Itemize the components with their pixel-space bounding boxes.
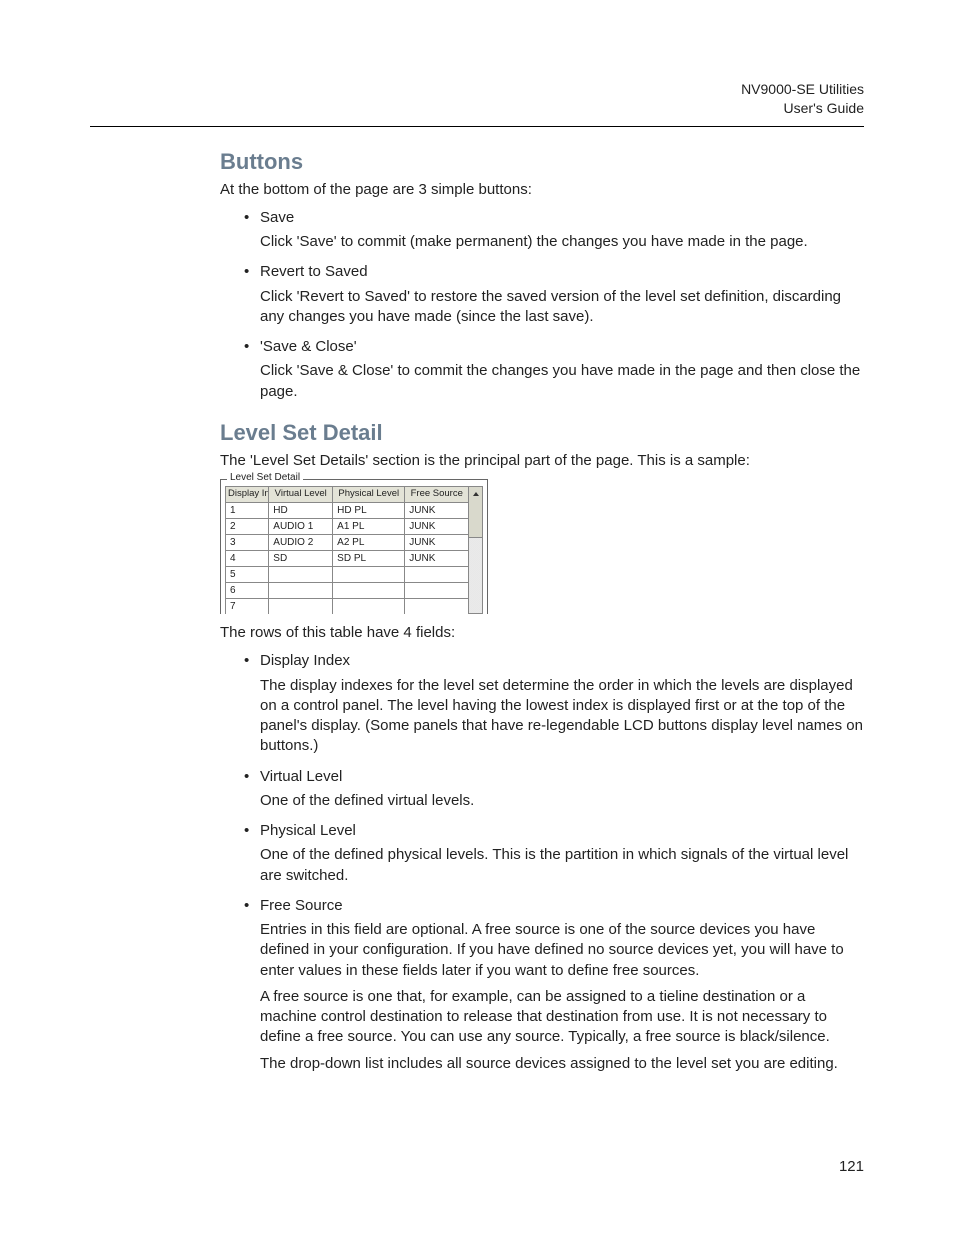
col-display-index: Display Index xyxy=(226,486,269,502)
item-title: Free Source xyxy=(260,896,864,916)
cell-physical-level[interactable]: A1 PL xyxy=(333,518,405,534)
table-row: 6 xyxy=(226,582,469,598)
item-title: 'Save & Close' xyxy=(260,337,864,357)
buttons-list: Save Click 'Save' to commit (make perman… xyxy=(244,208,864,402)
cell-physical-level[interactable]: A2 PL xyxy=(333,534,405,550)
cell-free-source[interactable] xyxy=(405,582,469,598)
cell-virtual-level[interactable]: HD xyxy=(269,502,333,518)
table-row: 2 AUDIO 1 A1 PL JUNK xyxy=(226,518,469,534)
list-item: Save Click 'Save' to commit (make perman… xyxy=(244,208,864,253)
cell-free-source[interactable]: JUNK xyxy=(405,518,469,534)
list-item: 'Save & Close' Click 'Save & Close' to c… xyxy=(244,337,864,402)
cell-virtual-level[interactable] xyxy=(269,566,333,582)
table-row: 3 AUDIO 2 A2 PL JUNK xyxy=(226,534,469,550)
level-set-detail-lead: The 'Level Set Details' section is the p… xyxy=(220,452,864,469)
page: NV9000-SE Utilities User's Guide Buttons… xyxy=(0,0,954,1235)
list-item: Free Source Entries in this field are op… xyxy=(244,896,864,1074)
cell-virtual-level[interactable]: AUDIO 2 xyxy=(269,534,333,550)
table-row: 5 xyxy=(226,566,469,582)
header-title: NV9000-SE Utilities xyxy=(90,80,864,99)
table-row: 1 HD HD PL JUNK xyxy=(226,502,469,518)
item-desc: A free source is one that, for example, … xyxy=(260,987,864,1048)
level-set-detail-panel: Level Set Detail Display Index Virtual L… xyxy=(220,479,488,615)
cell-display-index[interactable]: 2 xyxy=(226,518,269,534)
cell-virtual-level[interactable] xyxy=(269,582,333,598)
cell-virtual-level[interactable] xyxy=(269,598,333,614)
item-title: Revert to Saved xyxy=(260,262,864,282)
cell-physical-level[interactable] xyxy=(333,566,405,582)
item-title: Physical Level xyxy=(260,821,864,841)
cell-display-index[interactable]: 1 xyxy=(226,502,269,518)
buttons-lead: At the bottom of the page are 3 simple b… xyxy=(220,181,864,198)
header-subtitle: User's Guide xyxy=(90,99,864,118)
table-row: 4 SD SD PL JUNK xyxy=(226,550,469,566)
list-item: Revert to Saved Click 'Revert to Saved' … xyxy=(244,262,864,327)
item-title: Save xyxy=(260,208,864,228)
page-header: NV9000-SE Utilities User's Guide xyxy=(90,80,864,126)
list-item: Display Index The display indexes for th… xyxy=(244,651,864,756)
item-desc: Entries in this field are optional. A fr… xyxy=(260,920,864,981)
cell-physical-level[interactable]: SD PL xyxy=(333,550,405,566)
fields-list: Display Index The display indexes for th… xyxy=(244,651,864,1074)
item-desc: One of the defined physical levels. This… xyxy=(260,845,864,886)
item-desc: Click 'Save' to commit (make permanent) … xyxy=(260,232,864,252)
item-desc: The display indexes for the level set de… xyxy=(260,676,864,757)
item-title: Virtual Level xyxy=(260,767,864,787)
col-virtual-level: Virtual Level xyxy=(269,486,333,502)
cell-display-index[interactable]: 4 xyxy=(226,550,269,566)
cell-display-index[interactable]: 7 xyxy=(226,598,269,614)
item-desc: Click 'Save & Close' to commit the chang… xyxy=(260,361,864,402)
cell-display-index[interactable]: 6 xyxy=(226,582,269,598)
level-set-detail-heading: Level Set Detail xyxy=(220,420,864,446)
table-wrap: Display Index Virtual Level Physical Lev… xyxy=(225,486,483,615)
col-free-source: Free Source xyxy=(405,486,469,502)
cell-free-source[interactable] xyxy=(405,598,469,614)
cell-free-source[interactable]: JUNK xyxy=(405,502,469,518)
after-table-text: The rows of this table have 4 fields: xyxy=(220,624,864,641)
content: Buttons At the bottom of the page are 3 … xyxy=(220,149,864,1074)
header-rule xyxy=(90,126,864,127)
col-physical-level: Physical Level xyxy=(333,486,405,502)
page-number: 121 xyxy=(839,1158,864,1175)
scroll-up-icon[interactable] xyxy=(469,487,482,502)
level-set-table: Display Index Virtual Level Physical Lev… xyxy=(225,486,469,615)
scrollbar[interactable] xyxy=(469,486,483,615)
item-desc: One of the defined virtual levels. xyxy=(260,791,864,811)
cell-free-source[interactable]: JUNK xyxy=(405,534,469,550)
table-row: 7 xyxy=(226,598,469,614)
cell-free-source[interactable]: JUNK xyxy=(405,550,469,566)
cell-physical-level[interactable]: HD PL xyxy=(333,502,405,518)
item-desc: The drop-down list includes all source d… xyxy=(260,1054,864,1074)
cell-virtual-level[interactable]: AUDIO 1 xyxy=(269,518,333,534)
cell-display-index[interactable]: 5 xyxy=(226,566,269,582)
cell-free-source[interactable] xyxy=(405,566,469,582)
cell-physical-level[interactable] xyxy=(333,582,405,598)
scroll-thumb[interactable] xyxy=(469,501,482,538)
buttons-heading: Buttons xyxy=(220,149,864,175)
cell-virtual-level[interactable]: SD xyxy=(269,550,333,566)
item-desc: Click 'Revert to Saved' to restore the s… xyxy=(260,287,864,328)
cell-display-index[interactable]: 3 xyxy=(226,534,269,550)
list-item: Physical Level One of the defined physic… xyxy=(244,821,864,886)
list-item: Virtual Level One of the defined virtual… xyxy=(244,767,864,812)
item-title: Display Index xyxy=(260,651,864,671)
panel-legend: Level Set Detail xyxy=(227,472,303,483)
cell-physical-level[interactable] xyxy=(333,598,405,614)
